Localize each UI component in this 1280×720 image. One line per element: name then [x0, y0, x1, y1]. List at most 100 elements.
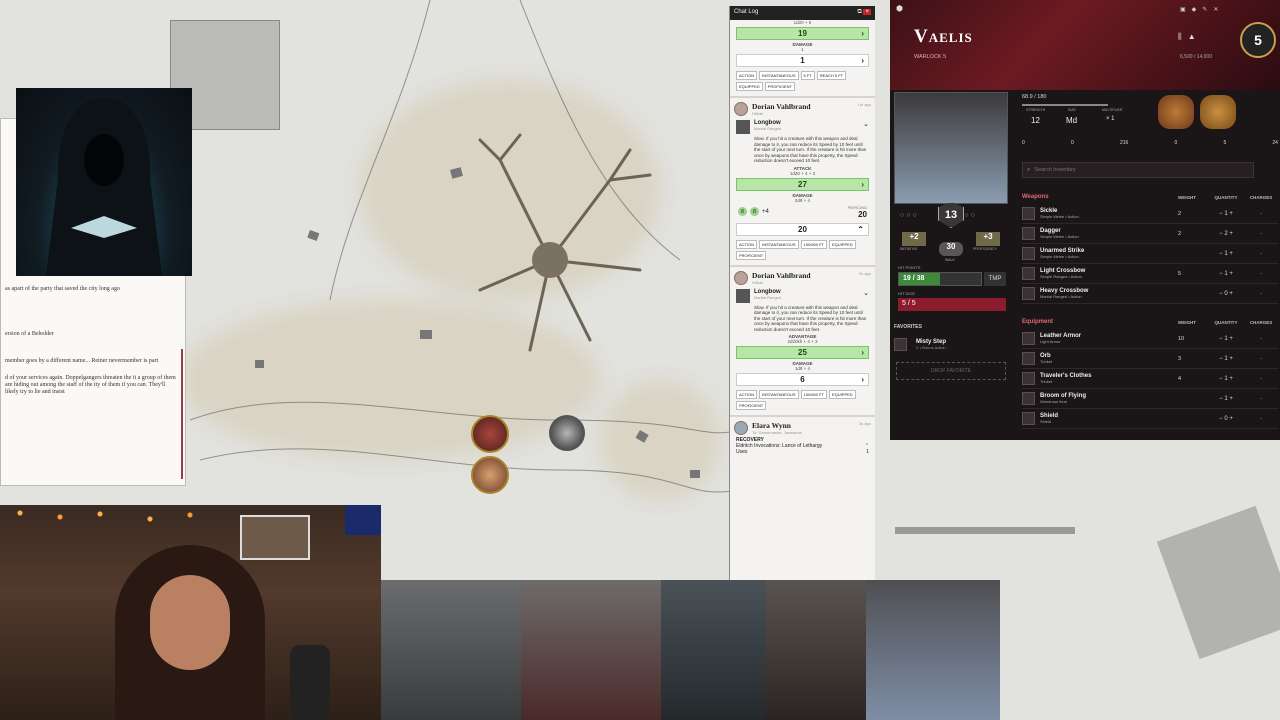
player-portrait	[766, 580, 866, 720]
item-charges: -	[1260, 355, 1262, 362]
roll-formula: 1d20 + 5	[793, 20, 812, 25]
handout-line: ersion of a Beholder	[5, 331, 54, 337]
quantity-stepper[interactable]: − 0 +	[1208, 416, 1244, 422]
item-type: Shield	[1040, 419, 1052, 424]
quantity-stepper[interactable]: − 1 +	[1208, 396, 1244, 402]
walk-label: WALK	[945, 258, 955, 262]
quantity-stepper[interactable]: − 1 +	[1208, 336, 1244, 342]
currency-sp[interactable]: 0	[1174, 140, 1177, 146]
close-icon[interactable]: ✕	[1213, 6, 1218, 13]
damage-total[interactable]: 1 ›	[736, 54, 869, 67]
equipment-row[interactable]: Shield Shield − 0 + -	[1022, 409, 1278, 429]
class-level: WARLOCK 5	[914, 54, 947, 60]
proficiency-value: +3	[976, 232, 1000, 246]
temp-hp[interactable]: TMP	[984, 272, 1006, 286]
favorite-item[interactable]: Misty Step V • Bonus Action	[894, 338, 946, 351]
item-type: Simple Melee • Action	[1040, 254, 1079, 259]
tag: PROFICIENT	[736, 401, 767, 410]
quantity-stepper[interactable]: − 1 +	[1208, 211, 1244, 217]
item-icon	[1022, 372, 1035, 385]
item-icon	[1022, 287, 1035, 300]
character-sheet[interactable]: ⬢ Vaelis WARLOCK 5 ▣ ◆ ✎ ✕ ⫼ ▲ 5 6,500 / 14,…	[890, 0, 1280, 440]
token-elara[interactable]	[471, 456, 509, 494]
attack-total[interactable]: 25 ›	[736, 346, 869, 359]
message-time: 1m ago	[857, 102, 871, 107]
item-quantity: 1	[1224, 250, 1228, 257]
equipment-row[interactable]: Leather Armor Light Armor 10− 1 + -	[1022, 329, 1278, 349]
config-icon[interactable]: ◆	[1192, 6, 1197, 13]
currency-cp[interactable]: 5	[1223, 140, 1226, 146]
walk-value: 30	[939, 242, 963, 256]
speaker-name: Dorian Vahlbrand	[752, 270, 811, 280]
tag-list: ACTION INSTANTANEOUS 5 FT REACH 5 FT EQU…	[730, 69, 875, 93]
hp-bar[interactable]: 19 / 38	[898, 272, 982, 286]
close-icon[interactable]: ×	[863, 9, 871, 15]
weapon-row[interactable]: Dagger Simple Melee • Action 2− 2 + -	[1022, 224, 1278, 244]
level-badge: 5	[1240, 22, 1276, 58]
damage-row[interactable]: 20 ⌃	[736, 222, 869, 236]
search-input[interactable]	[1034, 167, 1185, 173]
wall-art	[240, 515, 310, 560]
chevron-right-icon: ›	[861, 348, 864, 357]
token-dorian[interactable]	[471, 415, 509, 453]
roll-total[interactable]: 19 ›	[736, 27, 869, 40]
handout-scrollbar[interactable]	[181, 349, 183, 479]
backpack-icon[interactable]	[1158, 95, 1194, 129]
item-charges: -	[1260, 335, 1262, 342]
hp-value: 19 / 38	[903, 275, 925, 282]
weapon-row[interactable]: Sickle Simple Melee • Action 2− 1 + -	[1022, 204, 1278, 224]
currency-pp[interactable]: 0	[1022, 140, 1025, 146]
chat-message: Dorian Vahlbrand Hitball 3s ago Longbow …	[730, 267, 875, 417]
item-icon	[1022, 392, 1035, 405]
currency-gp[interactable]: 0	[1071, 140, 1074, 146]
chat-log-window[interactable]: Chat Log ⧉ × 1d20 + 5 19 › DAMAGE 1 1 › AC…	[729, 6, 875, 580]
equipment-row[interactable]: Orb Trinket 3− 1 + -	[1022, 349, 1278, 369]
quantity-stepper[interactable]: − 1 +	[1208, 251, 1244, 257]
speaker-subtitle: Hitball	[752, 279, 764, 285]
drop-favorite-zone[interactable]: DROP FAVORITE	[896, 362, 1006, 380]
equipment-section: Equipment WEIGHT QUANTITY CHARGES Leathe…	[1022, 315, 1278, 429]
attack-total[interactable]: 27 ›	[736, 177, 869, 191]
token-enemy[interactable]	[549, 415, 585, 451]
chevron-down-icon[interactable]: ⌄	[863, 289, 869, 297]
equipment-row[interactable]: Traveler's Clothes Trinket 4− 1 + -	[1022, 369, 1278, 389]
weapon-row[interactable]: Light Crossbow Simple Ranged • Action 5− 1…	[1022, 264, 1278, 284]
damage-type: PIERCING	[847, 204, 867, 210]
quantity-stepper[interactable]: − 1 +	[1208, 376, 1244, 382]
camp-icon[interactable]: ▲	[1188, 32, 1196, 42]
chevron-down-icon[interactable]: ⌄	[863, 120, 869, 128]
quantity-stepper[interactable]: − 1 +	[1208, 356, 1244, 362]
die-result: 8	[738, 207, 747, 216]
quantity-stepper[interactable]: − 0 +	[1208, 291, 1244, 297]
weapon-row[interactable]: Unarmed Strike Simple Melee • Action − 1 +…	[1022, 244, 1278, 264]
column-quantity: QUANTITY	[1214, 319, 1238, 325]
item-description: Slow. If you hit a creature with this we…	[754, 304, 867, 332]
chevron-up-icon: ⌃	[857, 224, 864, 234]
weapons-section: Weapons WEIGHT QUANTITY CHARGES Sickle Si…	[1022, 190, 1278, 304]
pouch-icon[interactable]	[1200, 95, 1236, 129]
quantity-stepper[interactable]: − 2 +	[1208, 231, 1244, 237]
item-icon	[1022, 227, 1035, 240]
d20-icon[interactable]: ⬢	[896, 4, 903, 13]
inventory-search[interactable]: ⌕	[1022, 162, 1254, 178]
chat-log-header[interactable]: Chat Log ⧉ ×	[730, 6, 875, 20]
lock-icon[interactable]: ▣	[1180, 6, 1186, 13]
weapon-row[interactable]: Heavy Crossbow Martial Ranged • Action − 0…	[1022, 284, 1278, 304]
message-time: 3s ago	[858, 421, 871, 426]
dice-modifier: +4	[762, 208, 769, 215]
popout-icon[interactable]: ⧉	[858, 9, 862, 15]
webcam-feed	[0, 505, 381, 720]
hit-dice-bar[interactable]: 5 / 5	[898, 298, 1006, 311]
sheet-toolbar: ▣ ◆ ✎ ✕	[1180, 6, 1218, 13]
chat-message: Dorian Vahlbrand Hitball 1m ago Longbow …	[730, 98, 875, 267]
damage-total[interactable]: 6 ›	[736, 373, 869, 386]
currency-ep[interactable]: 216	[1120, 140, 1128, 146]
hit-dice-label: HIT DICE	[898, 291, 916, 296]
tag: 5 FT	[800, 71, 815, 80]
rest-icon[interactable]: ⫼	[1178, 32, 1182, 42]
quantity-stepper[interactable]: − 1 +	[1208, 271, 1244, 277]
equipment-row[interactable]: Broom of Flying Wondrous Item − 1 + -	[1022, 389, 1278, 409]
tool-icon[interactable]: ✎	[1202, 6, 1207, 13]
initiative-value[interactable]: +2	[902, 232, 926, 246]
character-portrait[interactable]	[894, 92, 1008, 204]
